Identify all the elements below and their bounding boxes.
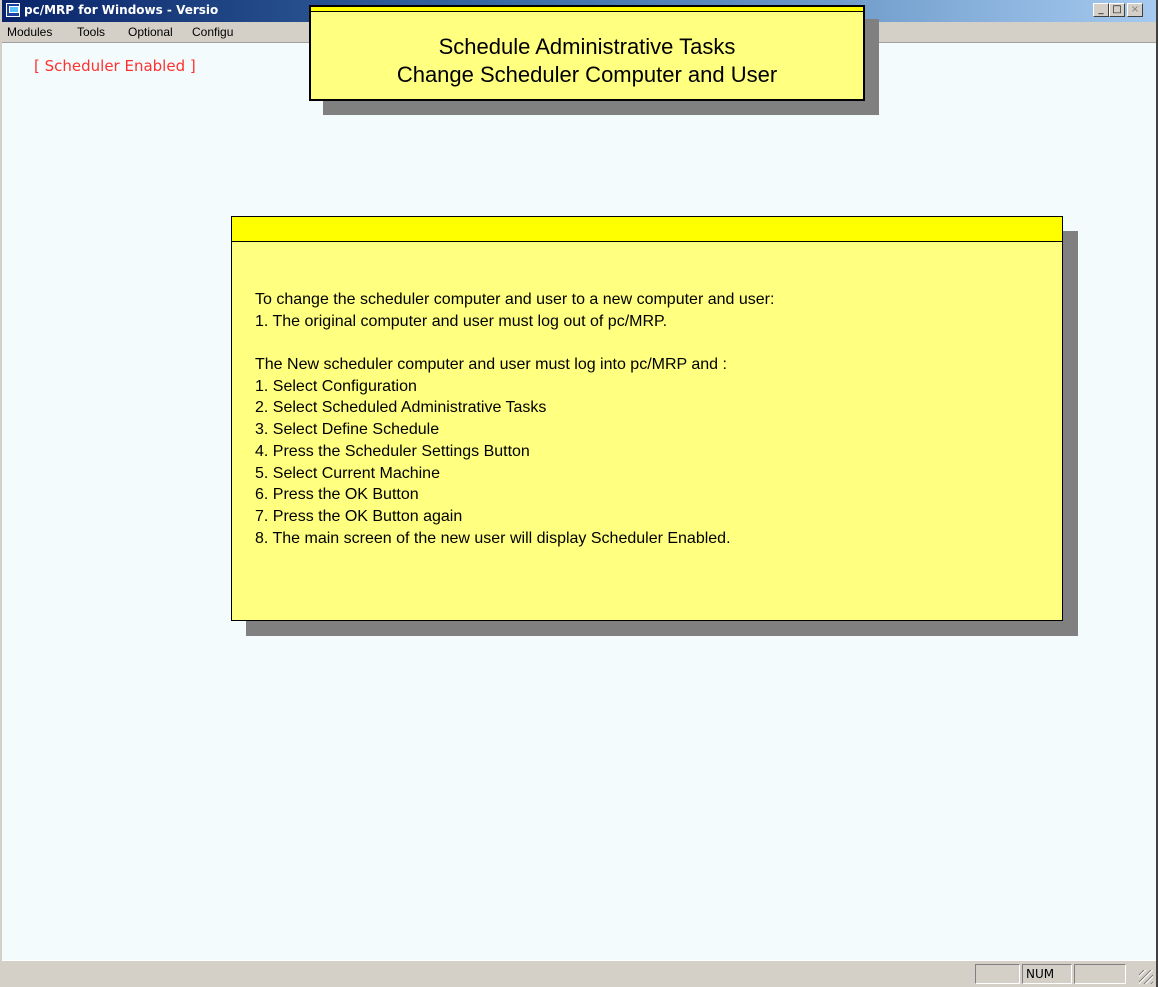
- note-line: [255, 332, 774, 354]
- note-line: 4. Press the Scheduler Settings Button: [255, 442, 530, 460]
- instructions-note: To change the scheduler computer and use…: [231, 216, 1063, 621]
- note-line: 6. Press the OK Button: [255, 486, 419, 504]
- window-title: pc/MRP for Windows - Versio: [24, 3, 219, 17]
- callout-title-line-1: Schedule Administrative Tasks: [438, 34, 736, 59]
- callout-title-topbar: [311, 7, 863, 12]
- note-line: The New scheduler computer and user must…: [255, 356, 727, 374]
- callout-title-line-2: Change Scheduler Computer and User: [396, 62, 778, 87]
- note-text: To change the scheduler computer and use…: [255, 289, 774, 549]
- note-line: 1. Select Configuration: [255, 377, 417, 395]
- scheduler-status-label: [ Scheduler Enabled ]: [34, 57, 196, 75]
- status-panel-scroll: [1074, 964, 1126, 984]
- note-line: 1. The original computer and user must l…: [255, 312, 668, 330]
- main-window: pc/MRP for Windows - Versio _ □ × Module…: [0, 0, 1158, 987]
- menu-modules[interactable]: Modules: [7, 25, 52, 39]
- maximize-button[interactable]: □: [1109, 3, 1125, 17]
- status-panel-num: NUM: [1022, 964, 1072, 984]
- resize-grip-icon[interactable]: [1139, 970, 1153, 984]
- note-line: 7. Press the OK Button again: [255, 507, 463, 525]
- app-icon[interactable]: [6, 3, 20, 17]
- menu-optional[interactable]: Optional: [128, 25, 173, 39]
- minimize-button[interactable]: _: [1093, 3, 1109, 17]
- close-button[interactable]: ×: [1127, 3, 1143, 17]
- status-panel-caps: [975, 964, 1020, 984]
- note-line: 8. The main screen of the new user will …: [255, 529, 731, 547]
- menu-tools[interactable]: Tools: [77, 25, 105, 39]
- callout-title-box: Schedule Administrative Tasks Change Sch…: [309, 5, 865, 101]
- note-line: 3. Select Define Schedule: [255, 421, 440, 439]
- menu-configuration[interactable]: Configu: [192, 25, 233, 39]
- note-line: To change the scheduler computer and use…: [255, 291, 775, 308]
- note-line: 2. Select Scheduled Administrative Tasks: [255, 399, 547, 417]
- note-header-bar: [232, 217, 1062, 242]
- status-bar: NUM: [2, 960, 1156, 987]
- note-line: 5. Select Current Machine: [255, 464, 440, 482]
